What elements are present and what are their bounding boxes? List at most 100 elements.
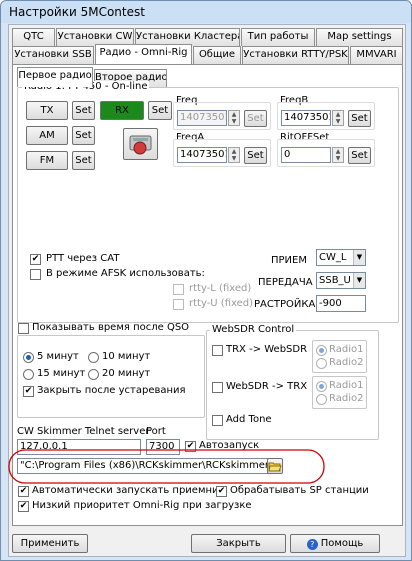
tab-panel: Первое радио Второе радио Radio 1: FT-45… [8,64,403,526]
websdr-to-trx-checkbox[interactable] [212,382,223,393]
low-priority-checkbox[interactable]: ✔ [18,501,29,512]
show-time-checkbox[interactable] [18,323,29,334]
freqb-set-button[interactable]: Set [348,110,371,127]
rit-spinner[interactable]: ▲ ▼ [332,147,344,163]
radio-15-min[interactable] [23,369,34,380]
rx-set-button[interactable]: Set [148,101,172,120]
websdr-radio-box-1: Radio1 Radio2 [312,340,367,373]
radio2-option-2[interactable] [316,394,327,405]
freqa-field[interactable]: 14073501 [177,147,227,163]
tx-set-button[interactable]: Set [72,101,95,120]
tx-button[interactable]: TX [26,101,68,120]
rx-button[interactable]: RX [100,101,144,120]
afsk-checkbox[interactable] [30,269,41,280]
ptt-cat-checkbox[interactable]: ✔ [30,254,41,265]
freq-set-button[interactable]: Set [244,110,267,127]
trx-to-websdr-checkbox[interactable] [212,345,223,356]
rtty-u-checkbox[interactable] [173,299,184,310]
rit-set-button[interactable]: Set [348,147,371,164]
peredacha-select[interactable]: SSB_U ▼ [316,272,366,289]
add-tone-label: Add Tone [226,414,272,425]
priem-select[interactable]: CW_L ▼ [316,249,366,266]
radio2-option-1[interactable] [316,358,327,369]
radio-connect-button[interactable] [123,128,158,160]
help-button[interactable]: ? Помощь [290,534,380,553]
radio2-label-1: Radio2 [329,357,364,368]
freq-field[interactable]: 14073501 [177,110,227,126]
tab-qtc[interactable]: QTC [12,28,55,46]
label-20-min: 20 минут [102,368,151,379]
qso-time-group: 5 минут 10 минут 15 минут 20 минут ✔ Зак… [17,335,205,418]
skimmer-server-label: CW Skimmer Telnet server [17,426,150,437]
priem-value: CW_L [319,252,347,263]
freqa-set-button[interactable]: Set [244,147,267,164]
websdr-radio-box-2: Radio1 Radio2 [312,376,367,409]
skimmer-port-label: Port [146,426,166,437]
process-sp-label: Обрабатывать SP станции [230,485,369,496]
low-priority-label: Низкий приоритет Omni-Rig при загрузке [32,500,252,511]
radio-icon [129,135,152,155]
freqb-spinner[interactable]: ▲ ▼ [332,110,344,126]
rit-field[interactable]: 0 [281,147,331,163]
websdr-group: WebSDR Control TRX -> WebSDR Radio1 Radi… [206,324,379,440]
highlight-ellipse [8,449,325,484]
rastroika-field[interactable]: -900 [316,295,366,312]
window-title: Настройки 5MContest [9,5,145,19]
afsk-label: В режиме AFSK использовать: [46,268,205,279]
radio1-option-2[interactable] [316,381,327,392]
process-sp-checkbox[interactable]: ✔ [216,486,227,497]
radio-10-min[interactable] [88,352,99,363]
add-tone-checkbox[interactable] [212,415,223,426]
settings-window: Настройки 5MContest QTC Установки CW Уст… [0,0,412,561]
rtty-l-checkbox[interactable] [173,284,184,295]
chevron-down-icon: ▼ [353,273,365,288]
rtty-l-label: rtty-L (fixed) [189,283,252,294]
freqa-spinner[interactable]: ▲ ▼ [228,147,240,163]
close-after-checkbox[interactable]: ✔ [23,386,34,397]
auto-receiver-label: Автоматически запускать приемник [32,485,225,496]
radio2-label-2: Radio2 [329,393,364,404]
radio-5-min[interactable] [23,352,34,363]
show-time-label: Показывать время после QSO [32,322,190,333]
priem-label: ПРИЕМ [271,255,307,266]
close-button[interactable]: Закрыть [191,534,286,553]
dialog-client: QTC Установки CW Установки Кластера Тип … [8,24,406,557]
fm-set-button[interactable]: Set [72,151,95,170]
radio-20-min[interactable] [88,369,99,380]
tab-rtty-psk[interactable]: Установки RTTY/PSK [242,46,349,64]
label-5-min: 5 минут [37,351,79,362]
radio1-option-1[interactable] [316,345,327,356]
tab-radio-omnirig[interactable]: Радио - Omni-Rig [95,44,192,64]
chevron-down-icon: ▼ [353,250,365,265]
auto-receiver-checkbox[interactable]: ✔ [18,486,29,497]
peredacha-label: ПЕРЕДАЧА [258,277,313,288]
radio-group: Radio 1: FT-450 - On-line TX Set RX Set … [17,81,399,323]
close-after-label: Закрыть после устаревания [37,385,186,396]
title-bar: Настройки 5MContest [1,1,411,23]
label-10-min: 10 минут [102,351,151,362]
rtty-u-label: rtty-U (fixed) [189,298,254,309]
rastroika-label: РАСТРОЙКА [254,299,316,310]
ptt-cat-label: PTT через CAT [46,253,120,264]
fm-button[interactable]: FM [26,151,68,170]
trx-to-websdr-label: TRX -> WebSDR [226,344,308,355]
tab-work-type[interactable]: Тип работы [241,28,315,46]
help-icon: ? [306,539,318,550]
apply-button[interactable]: Применить [12,534,88,553]
am-button[interactable]: AM [26,126,68,145]
peredacha-value: SSB_U [319,275,351,286]
tab-ssb-settings[interactable]: Установки SSB [12,46,94,64]
websdr-to-trx-label: WebSDR -> TRX [226,381,308,392]
label-15-min: 15 минут [37,368,86,379]
freqb-field[interactable]: 14073501 [281,110,331,126]
am-set-button[interactable]: Set [72,126,95,145]
websdr-group-label: WebSDR Control [210,324,297,335]
help-label: Помощь [320,538,364,549]
tab-map-settings[interactable]: Map settings [316,28,403,46]
freq-spinner[interactable]: ▲ ▼ [228,110,240,126]
tab-general[interactable]: Общие [193,46,241,64]
radio1-label-2: Radio1 [329,380,364,391]
tab-first-radio[interactable]: Первое радио [17,67,93,87]
tab-mmvari[interactable]: MMVARI [350,46,403,64]
radio1-label-1: Radio1 [329,344,364,355]
